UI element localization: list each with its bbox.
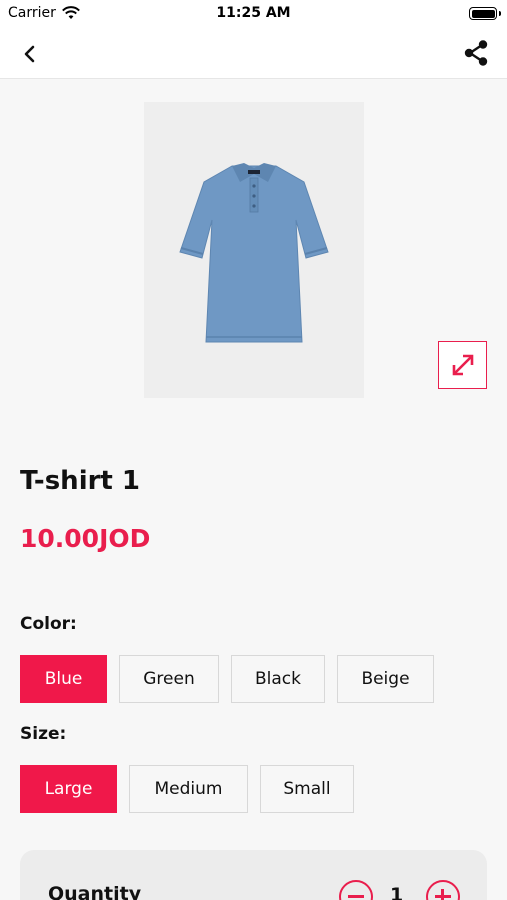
color-option-green[interactable]: Green [119,655,219,703]
color-options: Blue Green Black Beige [20,655,434,703]
product-price: 10.00JOD [20,524,151,553]
size-option-medium[interactable]: Medium [129,765,248,813]
size-label: Size: [20,724,67,744]
decrease-quantity-button[interactable] [339,880,373,900]
polo-shirt-image [144,102,364,398]
quantity-value: 1 [390,884,404,900]
share-icon[interactable] [461,38,491,68]
color-option-blue[interactable]: Blue [20,655,107,703]
quantity-label: Quantity [48,883,142,900]
color-option-beige[interactable]: Beige [337,655,434,703]
expand-arrows-icon [452,354,473,376]
color-option-black[interactable]: Black [231,655,325,703]
expand-image-button[interactable] [438,341,487,389]
size-option-large[interactable]: Large [20,765,117,813]
size-option-small[interactable]: Small [260,765,354,813]
navigation-bar [0,28,507,79]
product-title: T-shirt 1 [20,466,140,496]
size-options: Large Medium Small [20,765,354,813]
battery-icon [469,7,501,20]
quantity-card: Quantity 1 [20,850,487,900]
status-bar: Carrier 11:25 AM [0,0,507,28]
product-image[interactable] [144,102,364,398]
back-chevron-icon[interactable] [16,40,44,68]
increase-quantity-button[interactable] [426,880,460,900]
clock-time: 11:25 AM [216,5,291,21]
color-label: Color: [20,614,77,634]
